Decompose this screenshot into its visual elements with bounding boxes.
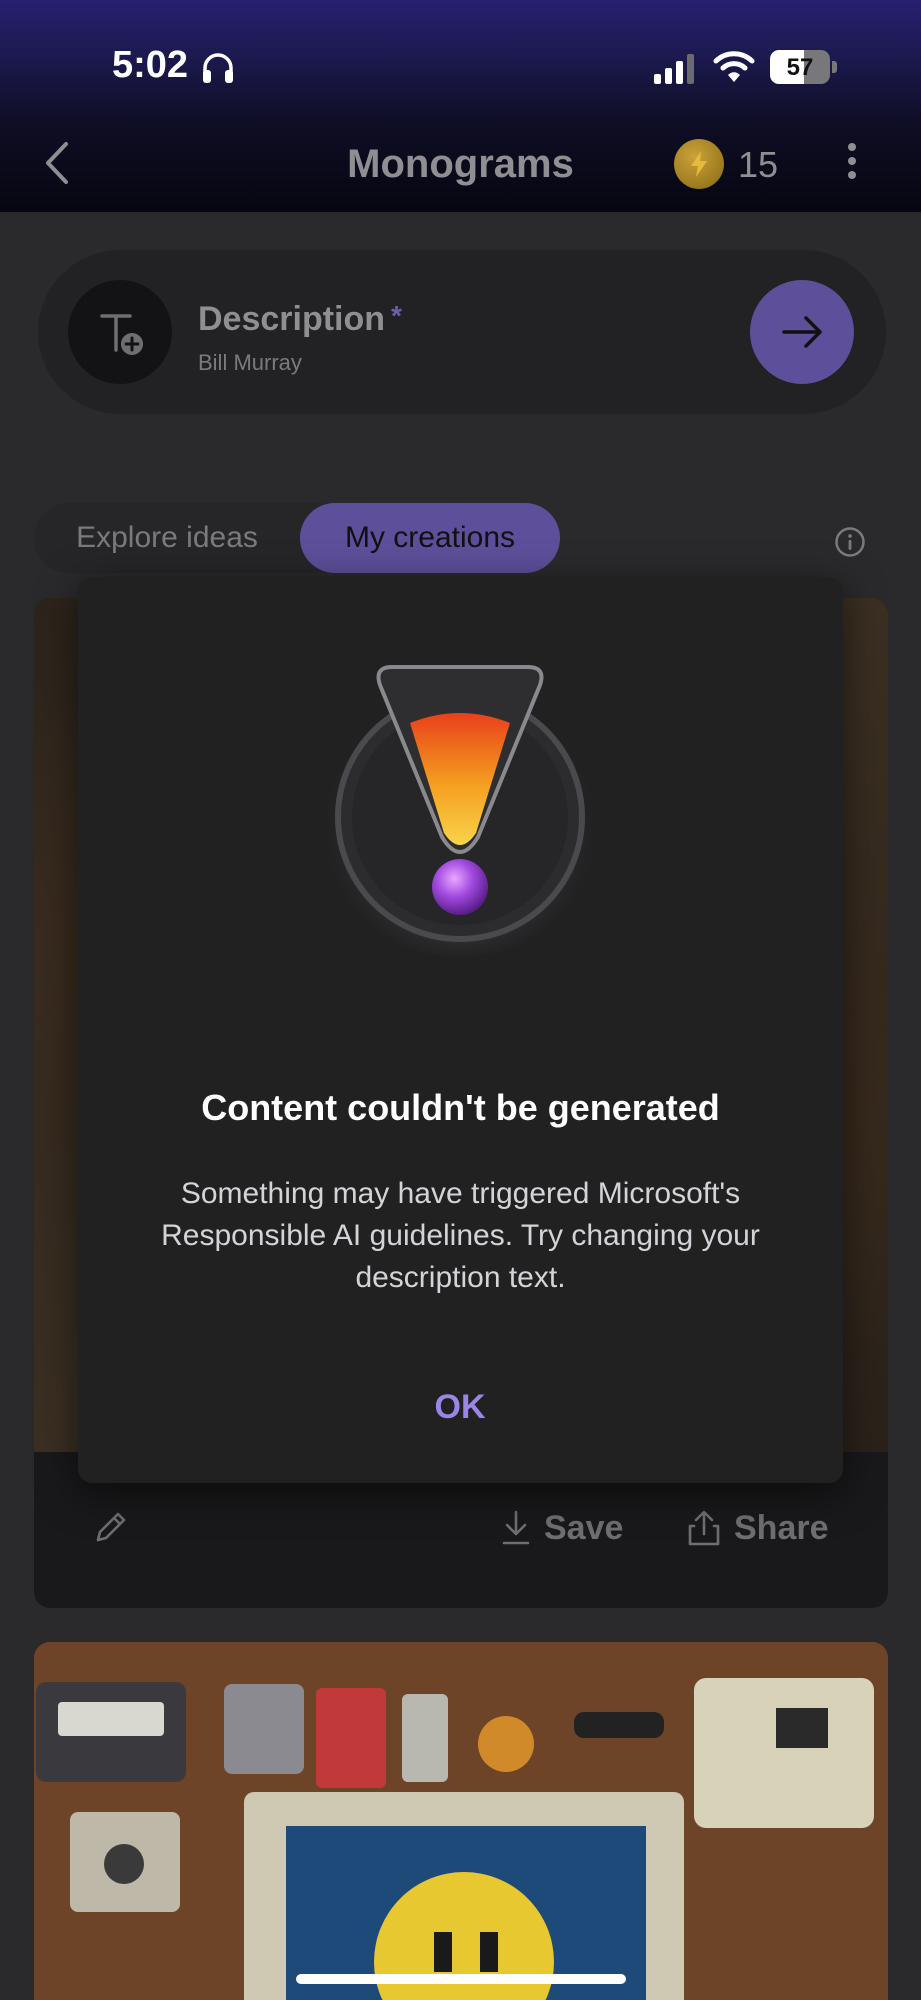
error-dialog: Content couldn't be generated Something … — [78, 577, 843, 1483]
coin-count: 15 — [738, 144, 779, 185]
cellular-signal-icon — [654, 54, 694, 84]
wifi-icon — [713, 51, 755, 82]
battery-percent: 57 — [786, 54, 814, 81]
dialog-title: Content couldn't be generated — [201, 1087, 720, 1128]
coin-bolt-icon[interactable] — [674, 139, 724, 189]
dialog-message: Something may have triggered Microsoft's… — [161, 1177, 760, 1294]
battery-icon: 57 — [770, 50, 838, 84]
status-bar: 5:02 57 — [0, 0, 921, 120]
page-title: Monograms — [347, 142, 574, 186]
home-indicator[interactable] — [296, 1974, 626, 1984]
headphones-icon — [203, 53, 233, 83]
warning-exclamation-illustration — [320, 665, 600, 957]
more-vertical-icon[interactable] — [846, 143, 858, 183]
ok-button[interactable]: OK — [360, 1377, 560, 1437]
status-time: 5:02 — [112, 44, 189, 86]
